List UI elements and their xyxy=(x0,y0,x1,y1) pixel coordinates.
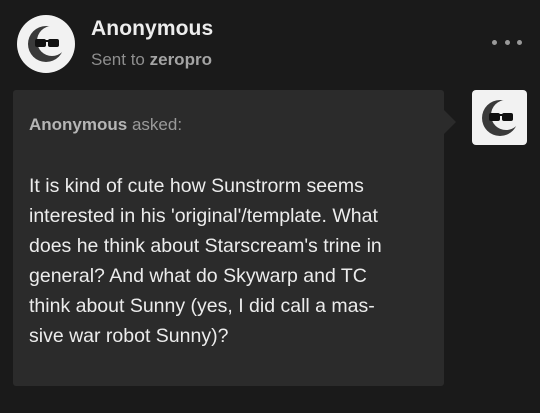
more-options-icon-dot xyxy=(504,39,510,45)
asked-label: asked: xyxy=(131,115,183,134)
sent-to-line: Sent to zeropro xyxy=(91,50,212,70)
asker-line: Anonymous asked: xyxy=(29,115,182,135)
sent-to-prefix: Sent to xyxy=(91,50,145,69)
anonymous-sunglasses-icon xyxy=(28,26,66,62)
more-options-icon xyxy=(492,39,497,45)
question-line: It is kind of cute how Sunstrorm seems xyxy=(29,175,364,197)
anonymous-sunglasses-icon xyxy=(481,99,520,136)
more-options-icon-dot xyxy=(517,39,522,45)
ask-bubble-tail xyxy=(444,110,456,134)
asker-avatar[interactable] xyxy=(472,90,527,145)
sender-avatar[interactable] xyxy=(17,15,75,73)
question-line: think about Sunny (yes, I did call a mas… xyxy=(29,295,375,317)
recipient-name[interactable]: zeropro xyxy=(150,50,212,69)
asker-name: Anonymous xyxy=(29,115,128,134)
question-line: interested in his 'original'/template. W… xyxy=(29,205,378,227)
question-line: does he think about Starscream's trine i… xyxy=(29,235,382,257)
question-line: sive war robot Sunny)? xyxy=(29,325,229,347)
sender-name[interactable]: Anonymous xyxy=(91,17,213,41)
more-options-button[interactable] xyxy=(492,32,522,52)
question-line: general? And what do Skywarp and TC xyxy=(29,265,367,287)
ask-question-text: It is kind of cute how Sunstrorm seems in… xyxy=(29,171,434,351)
ask-post: Anonymous Sent to zeropro Anonymous aske… xyxy=(0,0,540,413)
